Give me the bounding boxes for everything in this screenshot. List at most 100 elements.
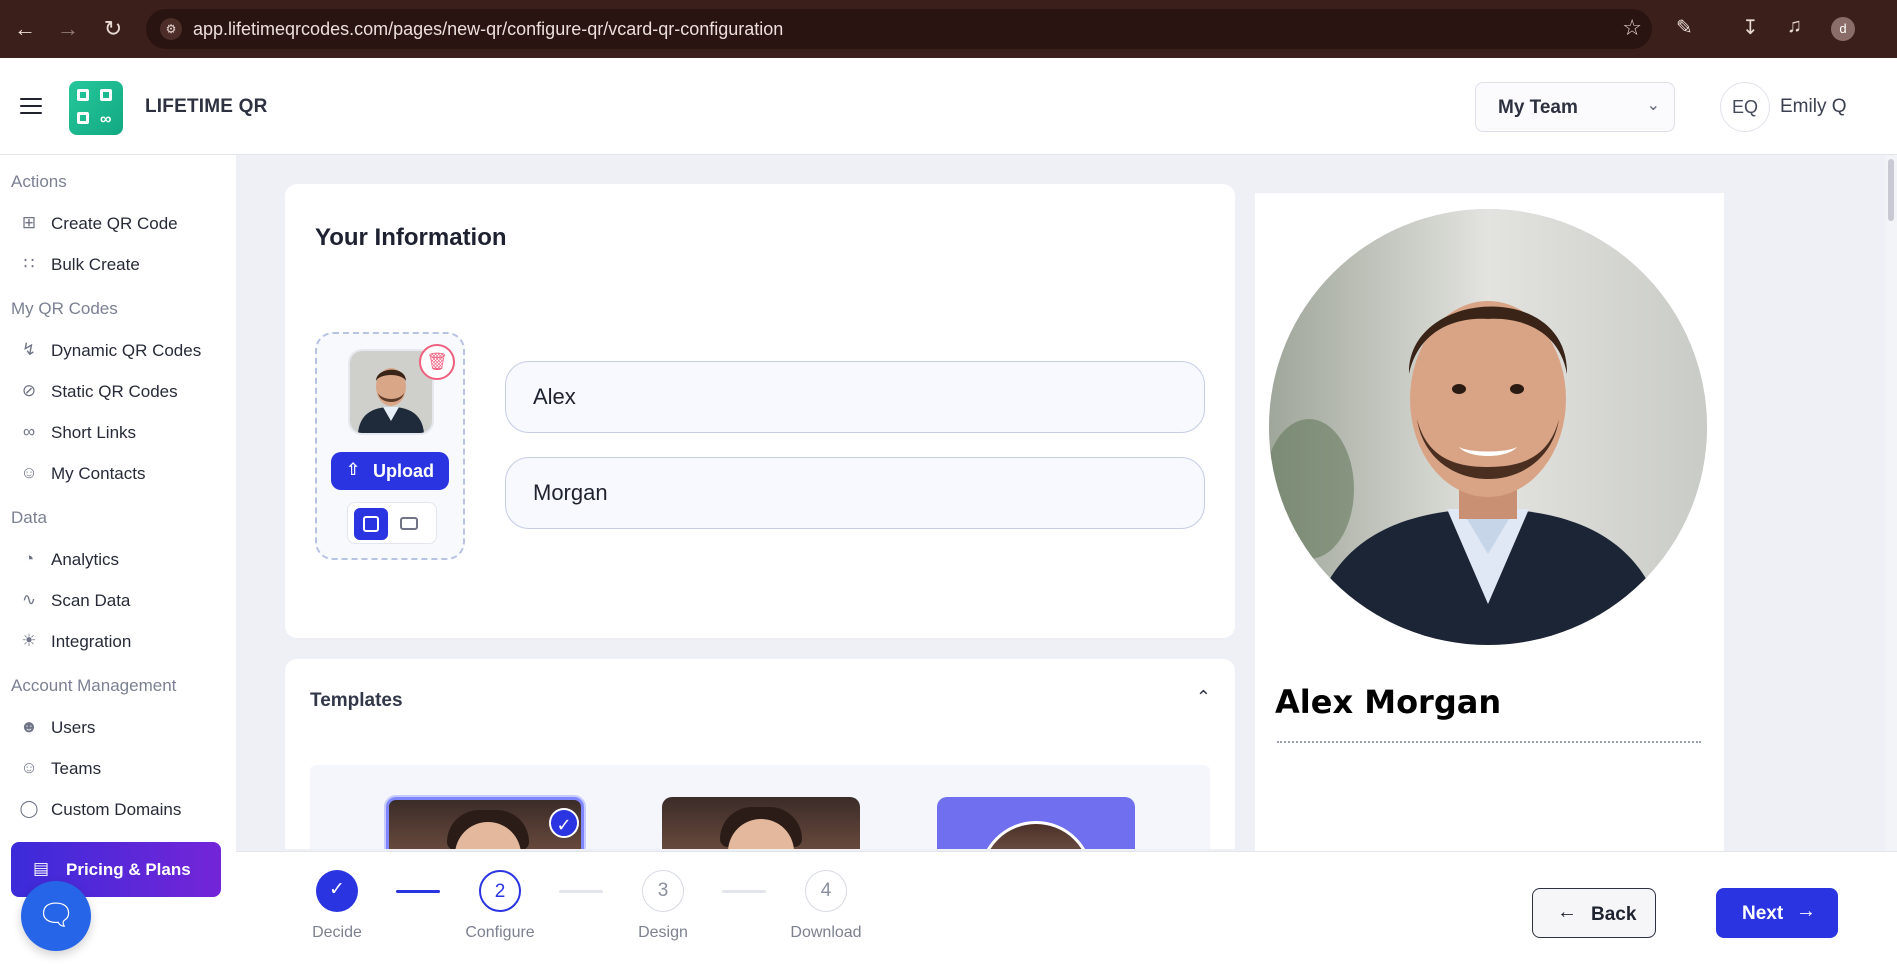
preview-full-name: Alex Morgan: [1275, 683, 1502, 721]
back-arrow-icon[interactable]: ←: [10, 14, 40, 44]
site-settings-icon[interactable]: ⚙: [160, 18, 182, 40]
photo-upload-box: 🗑 ⇧ Upload: [315, 332, 465, 560]
step-connector: [559, 890, 603, 893]
step-4-download[interactable]: 4: [805, 870, 847, 912]
app-header: ∞ LIFETIME QR My Team ⌄ EQ Emily Q: [0, 58, 1897, 155]
next-label: Next: [1742, 903, 1784, 924]
chat-icon[interactable]: 🗨: [21, 881, 91, 951]
lightning-icon: ↯: [21, 340, 37, 359]
step-connector: [396, 890, 440, 893]
template-option-3[interactable]: [937, 797, 1135, 849]
last-name-input[interactable]: [505, 457, 1205, 529]
page-scrollbar[interactable]: [1885, 155, 1897, 855]
media-control-icon[interactable]: ♫: [1787, 15, 1802, 38]
templates-card: Templates ⌃ ✓: [285, 659, 1235, 849]
sidebar-item-scan-data[interactable]: ∿ Scan Data: [18, 583, 228, 617]
browser-profile-avatar[interactable]: d: [1831, 17, 1855, 41]
url-text[interactable]: app.lifetimeqrcodes.com/pages/new-qr/con…: [193, 19, 783, 40]
sidebar-item-label: Teams: [51, 759, 102, 778]
templates-strip: ✓: [310, 765, 1210, 849]
step-label: Design: [638, 924, 688, 941]
logo-icon: ∞: [69, 81, 123, 135]
template-option-1[interactable]: ✓: [386, 797, 584, 849]
extensions-icon[interactable]: ✎: [1676, 15, 1693, 40]
rectangle-shape-option[interactable]: [400, 517, 418, 530]
sidebar-item-label: Integration: [51, 632, 132, 651]
sidebar-item-label: Custom Domains: [51, 800, 182, 819]
upload-button[interactable]: ⇧ Upload: [331, 452, 449, 490]
sidebar-item-label: Analytics: [51, 550, 120, 569]
downloads-icon[interactable]: ↧: [1742, 15, 1759, 40]
section-actions: Actions: [11, 172, 67, 191]
sidebar-item-label: My Contacts: [51, 464, 146, 483]
user-name[interactable]: Emily Q: [1780, 96, 1847, 118]
sidebar-item-label: Create QR Code: [51, 214, 178, 233]
upload-label: Upload: [373, 461, 434, 481]
credit-card-icon: ▤: [33, 859, 50, 878]
brand-name: LIFETIME QR: [145, 96, 268, 117]
next-button[interactable]: Next →: [1716, 888, 1838, 938]
sidebar-item-integration[interactable]: ☀ Integration: [18, 624, 228, 658]
step-3-design[interactable]: 3: [642, 870, 684, 912]
browser-toolbar: ← → ↻ ⚙ app.lifetimeqrcodes.com/pages/ne…: [0, 0, 1897, 58]
bookmark-star-icon[interactable]: ☆: [1622, 15, 1642, 41]
your-information-card: Your Information 🗑 ⇧ Upload: [285, 184, 1235, 638]
forward-arrow-icon[interactable]: →: [53, 14, 83, 44]
cloud-upload-icon: ⇧: [346, 460, 361, 479]
sidebar-item-create-qr[interactable]: ⊞ Create QR Code: [18, 206, 228, 240]
sidebar-item-my-contacts[interactable]: ☺ My Contacts: [18, 456, 228, 490]
template-option-2[interactable]: [662, 797, 860, 849]
square-shape-option[interactable]: [354, 508, 388, 540]
step-label: Download: [790, 924, 862, 941]
pie-chart-icon: ◔: [23, 549, 35, 568]
chevron-down-icon: ⌄: [1646, 97, 1660, 114]
vcard-preview: Alex Morgan: [1255, 193, 1724, 853]
sidebar-item-analytics[interactable]: ◔ Analytics: [18, 542, 228, 576]
user-plus-icon: ☻: [20, 717, 38, 736]
sidebar-item-users[interactable]: ☻ Users: [18, 710, 228, 744]
wizard-stepper: ✓ Decide 2 Configure 3 Design 4 Download…: [236, 851, 1897, 970]
step-2-configure[interactable]: 2: [479, 870, 521, 912]
shield-icon: ◯: [19, 799, 39, 818]
chevron-up-icon[interactable]: ⌃: [1196, 687, 1211, 708]
user-icon: ☺: [20, 463, 38, 482]
plus-square-icon: ⊞: [21, 213, 37, 232]
arrow-left-icon: ←: [1557, 901, 1577, 923]
arrow-right-icon: →: [1796, 900, 1816, 922]
sidebar-item-label: Scan Data: [51, 591, 131, 610]
grid-dots-icon: ∷: [23, 254, 35, 273]
reload-icon[interactable]: ↻: [98, 14, 128, 44]
section-my-qr-codes: My QR Codes: [11, 299, 118, 318]
first-name-input[interactable]: [505, 361, 1205, 433]
user-avatar[interactable]: EQ: [1720, 82, 1770, 132]
sidebar-item-custom-domains[interactable]: ◯ Custom Domains: [18, 792, 228, 826]
step-1-decide[interactable]: ✓: [316, 870, 358, 912]
your-information-title: Your Information: [315, 224, 507, 251]
back-label: Back: [1591, 904, 1637, 925]
sidebar-item-bulk-create[interactable]: ∷ Bulk Create: [18, 247, 228, 281]
step-label: Configure: [465, 924, 535, 941]
photo-shape-toggle: [347, 502, 437, 544]
step-label: Decide: [312, 924, 362, 941]
sidebar-item-label: Static QR Codes: [51, 382, 178, 401]
step-connector: [722, 890, 766, 893]
address-bar[interactable]: ⚙ app.lifetimeqrcodes.com/pages/new-qr/c…: [146, 9, 1652, 49]
trash-icon[interactable]: 🗑: [419, 344, 455, 380]
templates-title: Templates: [310, 690, 403, 711]
team-select[interactable]: My Team ⌄: [1475, 82, 1675, 132]
section-data: Data: [11, 508, 47, 527]
sidebar-item-static-qr[interactable]: ⊘ Static QR Codes: [18, 374, 228, 408]
preview-divider: [1277, 741, 1701, 743]
lightbulb-icon: ☀: [21, 631, 37, 650]
sidebar: Actions ⊞ Create QR Code ∷ Bulk Create M…: [0, 155, 236, 970]
users-icon: ☺: [20, 758, 38, 777]
back-button[interactable]: ← Back: [1532, 888, 1656, 938]
sidebar-item-teams[interactable]: ☺ Teams: [18, 751, 228, 785]
menu-icon[interactable]: [20, 98, 42, 114]
link-icon: ∞: [22, 422, 36, 441]
sidebar-item-label: Users: [51, 718, 96, 737]
sidebar-item-dynamic-qr[interactable]: ↯ Dynamic QR Codes: [18, 333, 228, 367]
sidebar-item-short-links[interactable]: ∞ Short Links: [18, 415, 228, 449]
check-icon: ✓: [549, 808, 579, 838]
section-account-management: Account Management: [11, 676, 177, 695]
